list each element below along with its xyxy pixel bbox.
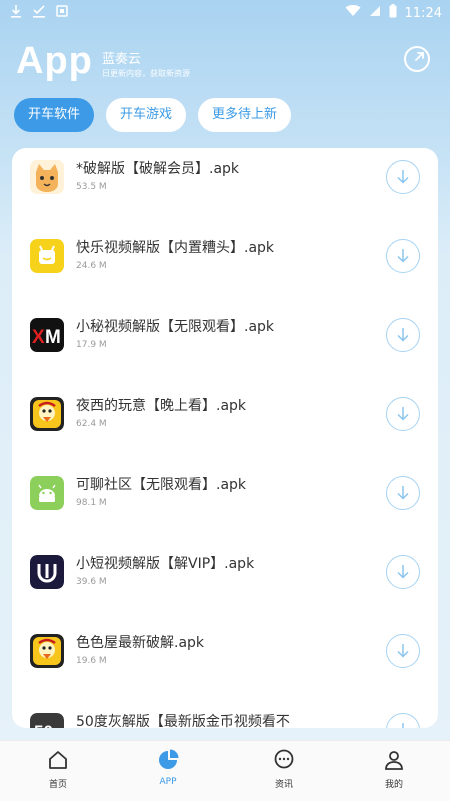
- download-button[interactable]: [386, 634, 420, 668]
- download-button[interactable]: [386, 239, 420, 273]
- bottom-nav: 首页 APP 资讯 我的: [0, 740, 450, 801]
- nav-label: 资讯: [274, 780, 293, 790]
- nav-home[interactable]: 首页: [28, 749, 88, 790]
- list-item[interactable]: 快乐视频解版【内置糟头】.apk 24.6 M: [12, 235, 438, 314]
- arrow-down-icon: [402, 723, 404, 728]
- app-name: 快乐视频解版【内置糟头】.apk: [76, 240, 275, 256]
- list-item[interactable]: 可聊社区【无限观看】.apk 98.1 M: [12, 472, 438, 551]
- duck-icon: [30, 634, 64, 668]
- download-button[interactable]: [386, 476, 420, 510]
- android-icon: [30, 476, 64, 510]
- category-tabs: 开车软件 开车游戏 更多待上新: [14, 98, 292, 132]
- download-button[interactable]: [386, 713, 420, 728]
- header-tagline: 日更新内容，获取新资源: [102, 69, 190, 78]
- nav-app[interactable]: APP: [138, 749, 198, 787]
- app-size: 39.6 M: [76, 577, 107, 587]
- arrow-down-icon: [397, 407, 409, 421]
- app-name: 可聊社区【无限观看】.apk: [76, 477, 247, 493]
- person-icon: [385, 751, 403, 770]
- list-item[interactable]: *破解版【破解会员】.apk 53.5 M: [12, 156, 438, 235]
- app-name: 色色屋最新破解.apk: [76, 635, 205, 651]
- app-size: 53.5 M: [76, 182, 107, 192]
- duck-icon: [30, 397, 64, 431]
- sim-icon: [369, 5, 381, 21]
- download-button[interactable]: [386, 160, 420, 194]
- nav-label: 首页: [48, 780, 67, 790]
- cat-icon: [30, 160, 64, 194]
- check-download-icon: [32, 4, 46, 22]
- svg-text:50: 50: [34, 722, 53, 728]
- pie-chart-icon: [159, 749, 179, 769]
- nav-news[interactable]: 资讯: [254, 749, 314, 790]
- list-item[interactable]: 夜西的玩意【晚上看】.apk 62.4 M: [12, 393, 438, 472]
- app-name: 50度灰解版【最新版金币视频看不: [76, 714, 290, 728]
- u-logo-icon: [30, 555, 64, 589]
- app-name: 夜西的玩意【晚上看】.apk: [76, 398, 247, 414]
- tab-driving-games[interactable]: 开车游戏: [106, 98, 187, 132]
- chat-bubble-icon: [274, 749, 294, 769]
- clock: 11:24: [404, 5, 442, 21]
- list-item[interactable]: 小短视频解版【解VIP】.apk 39.6 M: [12, 551, 438, 630]
- share-button[interactable]: [404, 46, 430, 72]
- svg-text:M: M: [45, 327, 61, 348]
- app-size: 24.6 M: [76, 261, 107, 271]
- list-item[interactable]: 50 50度灰解版【最新版金币视频看不: [12, 709, 438, 728]
- download-button[interactable]: [386, 555, 420, 589]
- app-name: 小秘视频解版【无限观看】.apk: [76, 319, 275, 335]
- arrow-down-icon: [397, 486, 409, 500]
- list-item[interactable]: XM 小秘视频解版【无限观看】.apk 17.9 M: [12, 314, 438, 393]
- list-item[interactable]: 色色屋最新破解.apk 19.6 M: [12, 630, 438, 709]
- nav-profile[interactable]: 我的: [364, 749, 424, 790]
- wifi-icon: [345, 5, 361, 21]
- header-subtitle-block: 蓝奏云 日更新内容，获取新资源: [102, 52, 190, 80]
- download-button[interactable]: [386, 318, 420, 352]
- app-list-panel: *破解版【破解会员】.apk 53.5 M 快乐视频解版【内置糟头】.apk 2…: [12, 148, 438, 728]
- tab-driving-apps[interactable]: 开车软件: [14, 98, 95, 132]
- app-size: 19.6 M: [76, 656, 107, 666]
- app-size: 62.4 M: [76, 419, 107, 429]
- xm-logo-icon: XM: [30, 318, 64, 352]
- nav-label: 我的: [384, 780, 403, 790]
- arrow-down-icon: [397, 565, 409, 579]
- download-button[interactable]: [386, 397, 420, 431]
- app-title: App: [16, 40, 93, 82]
- arrow-down-icon: [397, 249, 409, 263]
- nav-label: APP: [159, 777, 177, 787]
- media-icon: [56, 5, 68, 21]
- header-subtitle: 蓝奏云: [102, 52, 142, 67]
- tab-more-coming[interactable]: 更多待上新: [198, 98, 292, 132]
- svg-text:X: X: [32, 327, 45, 348]
- app-name: *破解版【破解会员】.apk: [76, 161, 240, 177]
- arrow-down-icon: [397, 170, 409, 184]
- app-size: 98.1 M: [76, 498, 107, 508]
- battery-icon: [389, 4, 397, 22]
- arrow-down-icon: [397, 328, 409, 342]
- app-name: 小短视频解版【解VIP】.apk: [76, 556, 255, 572]
- download-icon: [10, 4, 22, 22]
- app-size: 17.9 M: [76, 340, 107, 350]
- yellow-app-icon: [30, 239, 64, 273]
- home-icon: [49, 751, 67, 769]
- arrow-down-icon: [397, 644, 409, 658]
- fifty-icon: 50: [30, 713, 64, 728]
- status-bar: 11:24: [0, 0, 450, 26]
